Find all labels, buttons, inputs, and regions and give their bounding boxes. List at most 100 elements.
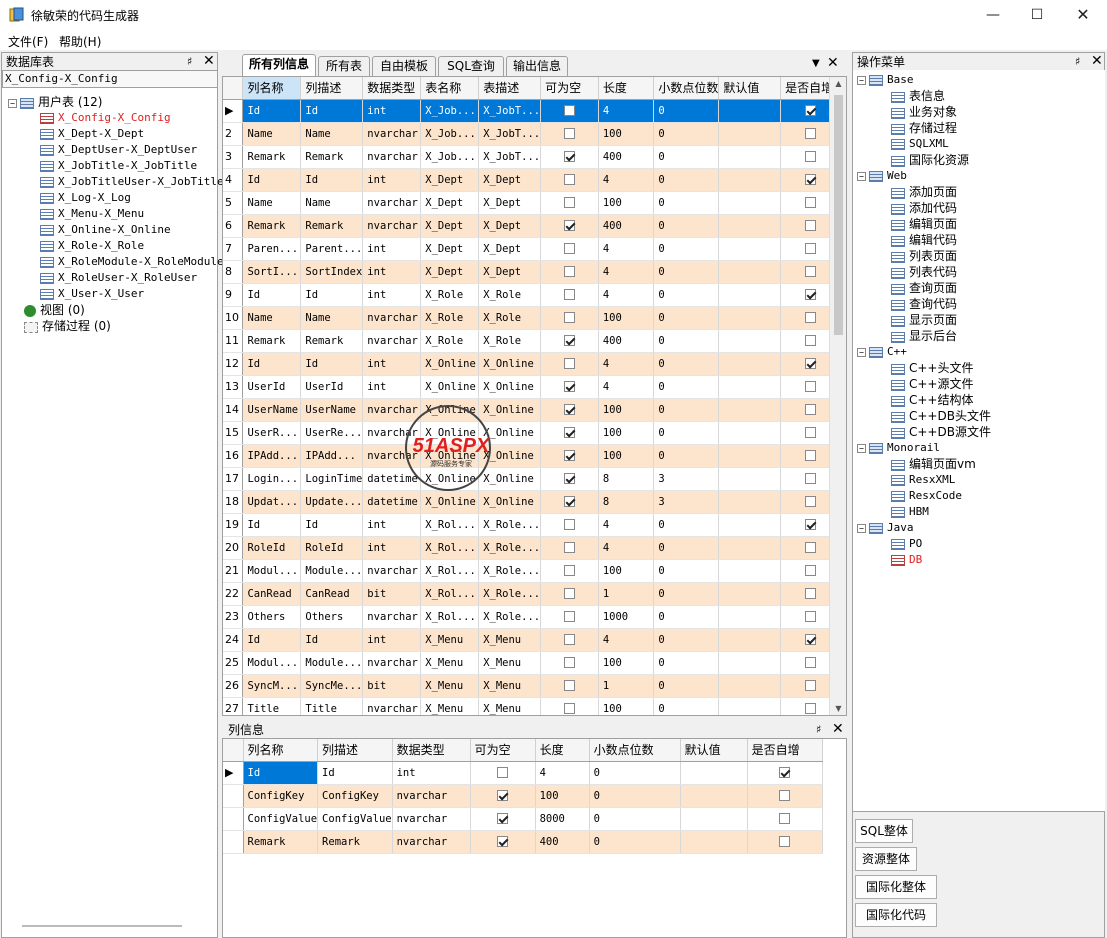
grid-cell[interactable]: Name <box>242 191 302 215</box>
identity-cell[interactable] <box>747 761 823 785</box>
tab-dropdown-icon[interactable]: ▼ <box>812 58 820 69</box>
tree-table-item[interactable]: X_Config-X_Config <box>40 110 171 126</box>
tree-table-item[interactable]: X_Log-X_Log <box>40 190 131 206</box>
grid-cell[interactable]: 0 <box>653 122 720 146</box>
grid-cell[interactable]: UserId <box>242 375 302 399</box>
grid-cell[interactable]: bit <box>362 582 422 606</box>
collapse-icon[interactable]: − <box>857 523 866 533</box>
grid-cell[interactable]: Parent... <box>300 237 364 261</box>
column-header[interactable]: 长度 <box>535 739 590 762</box>
ops-item[interactable]: 显示后台 <box>891 328 957 344</box>
selected-table-field[interactable]: X_Config-X_Config <box>2 70 218 88</box>
checkbox-checked[interactable] <box>563 496 575 507</box>
close-icon[interactable]: ✕ <box>1091 52 1103 70</box>
grid-cell[interactable]: X_Online <box>478 375 542 399</box>
checkbox-unchecked[interactable] <box>805 128 817 139</box>
table-row[interactable]: 18 Updat... Update... datetime X_Online X_Onl… <box>223 490 846 514</box>
ops-item[interactable]: 添加代码 <box>891 200 957 216</box>
nullable-cell[interactable] <box>540 605 599 629</box>
grid-cell[interactable] <box>718 99 782 123</box>
grid-cell[interactable]: int <box>362 352 422 376</box>
grid-cell[interactable]: nvarchar <box>362 398 422 422</box>
grid-cell[interactable]: Modul... <box>242 559 302 583</box>
grid-cell[interactable]: 0 <box>653 398 720 422</box>
grid-cell[interactable]: X_Online <box>478 352 542 376</box>
grid-cell[interactable]: nvarchar <box>362 559 422 583</box>
ops-item[interactable]: 查询代码 <box>891 296 957 312</box>
table-row[interactable]: ConfigValue ConfigValue nvarchar 8000 0 <box>223 807 823 831</box>
ops-group-c[interactable]: − C++ <box>857 344 907 360</box>
ops-item[interactable]: C++源文件 <box>891 376 974 392</box>
grid-cell[interactable]: 0 <box>653 582 720 606</box>
grid-cell[interactable]: 0 <box>653 697 720 715</box>
grid-cell[interactable]: 400 <box>598 145 655 169</box>
grid-cell[interactable] <box>718 122 782 146</box>
checkbox-unchecked[interactable] <box>805 588 817 599</box>
row-header[interactable]: 12 <box>223 352 244 376</box>
table-row[interactable]: 26 SyncM... SyncMe... bit X_Menu X_Menu 1 0 <box>223 674 846 698</box>
row-header[interactable]: 5 <box>223 191 244 215</box>
checkbox-unchecked[interactable] <box>563 611 575 622</box>
row-header[interactable]: 3 <box>223 145 244 169</box>
table-row[interactable]: 8 SortI... SortIndex int X_Dept X_Dept 4 0 <box>223 260 846 284</box>
nullable-cell[interactable] <box>540 237 599 261</box>
grid-cell[interactable]: Updat... <box>242 490 302 514</box>
row-header[interactable]: 7 <box>223 237 244 261</box>
table-row[interactable]: 2 Name Name nvarchar X_Job... X_JobT... 100 0 <box>223 122 846 146</box>
checkbox-unchecked[interactable] <box>805 473 817 484</box>
grid-cell[interactable]: nvarchar <box>392 784 471 808</box>
grid-cell[interactable]: 0 <box>589 807 681 831</box>
grid-cell[interactable]: Module... <box>300 651 364 675</box>
table-row[interactable]: 20 RoleId RoleId int X_Rol... X_Role... 4 0 <box>223 536 846 560</box>
tree-table-item[interactable]: X_Role-X_Role <box>40 238 144 254</box>
grid-cell[interactable]: Id <box>242 168 302 192</box>
table-row[interactable]: 21 Modul... Module... nvarchar X_Rol... X_Rol… <box>223 559 846 583</box>
ops-item[interactable]: ResxCode <box>891 488 962 504</box>
menu-file[interactable]: 文件(F) <box>8 33 48 50</box>
grid-cell[interactable]: X_Online <box>420 398 480 422</box>
checkbox-unchecked[interactable] <box>805 151 817 162</box>
grid-cell[interactable]: int <box>362 260 422 284</box>
checkbox-checked[interactable] <box>497 790 509 801</box>
ops-item[interactable]: 编辑页面vm <box>891 456 976 472</box>
grid-cell[interactable]: X_Dept <box>420 260 480 284</box>
grid-cell[interactable]: RoleId <box>300 536 364 560</box>
grid-cell[interactable]: 100 <box>598 444 655 468</box>
nullable-cell[interactable] <box>540 122 599 146</box>
nullable-cell[interactable] <box>470 830 536 854</box>
checkbox-unchecked[interactable] <box>805 404 817 415</box>
grid-cell[interactable]: X_Online <box>420 467 480 491</box>
grid-cell[interactable]: Id <box>242 513 302 537</box>
grid-cell[interactable]: UserRe... <box>300 421 364 445</box>
grid-cell[interactable] <box>718 398 782 422</box>
grid-cell[interactable]: X_Rol... <box>420 605 480 629</box>
identity-cell[interactable] <box>747 830 823 854</box>
grid-cell[interactable]: 100 <box>598 697 655 715</box>
ops-item[interactable]: 存储过程 <box>891 120 957 136</box>
grid-cell[interactable]: 100 <box>598 306 655 330</box>
tab-all-columns[interactable]: 所有列信息 <box>242 54 316 76</box>
row-header[interactable]: 25 <box>223 651 244 675</box>
checkbox-unchecked[interactable] <box>805 496 817 507</box>
grid-cell[interactable]: 4 <box>598 536 655 560</box>
nullable-cell[interactable] <box>540 283 599 307</box>
grid-cell[interactable]: int <box>362 237 422 261</box>
nullable-cell[interactable] <box>540 674 599 698</box>
grid-cell[interactable]: X_Online <box>478 421 542 445</box>
checkbox-checked[interactable] <box>805 519 817 530</box>
grid-cell[interactable]: X_Role... <box>478 536 542 560</box>
table-row[interactable]: 17 Login... LoginTime datetime X_Online X_Onl… <box>223 467 846 491</box>
ops-button-4[interactable]: 国际化代码 <box>855 903 937 927</box>
row-header[interactable]: 16 <box>223 444 244 468</box>
ops-item[interactable]: 查询页面 <box>891 280 957 296</box>
grid-cell[interactable]: 4 <box>598 168 655 192</box>
column-header[interactable]: 列名称 <box>242 77 302 100</box>
grid-cell[interactable]: nvarchar <box>362 191 422 215</box>
table-row[interactable]: ▶ Id Id int X_Job... X_JobT... 4 0 <box>223 99 846 123</box>
checkbox-unchecked[interactable] <box>563 105 575 116</box>
grid-cell[interactable]: X_JobT... <box>478 145 542 169</box>
table-row[interactable]: ConfigKey ConfigKey nvarchar 100 0 <box>223 784 823 808</box>
grid-cell[interactable]: Remark <box>242 214 302 238</box>
grid-cell[interactable]: X_Online <box>420 352 480 376</box>
table-row[interactable]: 9 Id Id int X_Role X_Role 4 0 <box>223 283 846 307</box>
